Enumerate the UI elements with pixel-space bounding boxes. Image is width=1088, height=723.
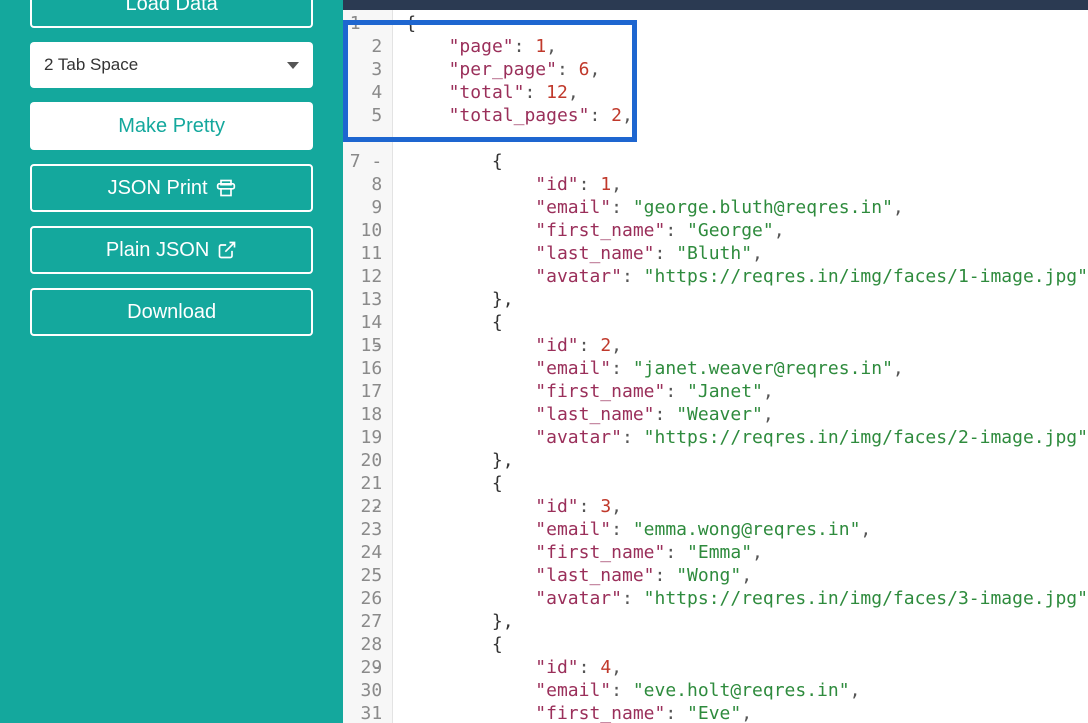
code-line[interactable]: }, xyxy=(405,449,1088,472)
line-number xyxy=(343,127,382,150)
line-number: 20 xyxy=(343,449,382,472)
line-number: 11 xyxy=(343,242,382,265)
line-number: 26 xyxy=(343,587,382,610)
line-number: 25 xyxy=(343,564,382,587)
code-line[interactable]: { xyxy=(405,311,1088,334)
json-print-label: JSON Print xyxy=(108,177,208,200)
code-line[interactable]: "avatar": "https://reqres.in/img/faces/1… xyxy=(405,265,1088,288)
code-line[interactable]: { xyxy=(405,633,1088,656)
code-line[interactable]: }, xyxy=(405,288,1088,311)
make-pretty-label: Make Pretty xyxy=(118,115,225,138)
make-pretty-button[interactable]: Make Pretty xyxy=(30,102,313,150)
line-number: 23 xyxy=(343,518,382,541)
load-data-label: Load Data xyxy=(125,0,217,16)
code-line[interactable]: }, xyxy=(405,610,1088,633)
code-content[interactable]: { "page": 1, "per_page": 6, "total": 12,… xyxy=(393,10,1088,723)
plain-json-button[interactable]: Plain JSON xyxy=(30,226,313,274)
line-number: 18 xyxy=(343,403,382,426)
line-number: 14 - xyxy=(343,311,382,334)
line-number: 16 xyxy=(343,357,382,380)
code-line[interactable]: "per_page": 6, xyxy=(405,58,1088,81)
code-line[interactable]: "last_name": "Bluth", xyxy=(405,242,1088,265)
code-line[interactable] xyxy=(405,127,1088,150)
code-line[interactable]: "email": "george.bluth@reqres.in", xyxy=(405,196,1088,219)
code-line[interactable]: "last_name": "Weaver", xyxy=(405,403,1088,426)
line-number: 3 xyxy=(343,58,382,81)
line-number: 7 - xyxy=(343,150,382,173)
external-link-icon xyxy=(217,240,237,260)
line-number: 12 xyxy=(343,265,382,288)
tab-space-select[interactable]: 2 Tab Space xyxy=(30,42,313,88)
code-line[interactable]: "avatar": "https://reqres.in/img/faces/3… xyxy=(405,587,1088,610)
load-data-button[interactable]: Load Data xyxy=(30,0,313,28)
code-line[interactable]: "id": 2, xyxy=(405,334,1088,357)
code-line[interactable]: "total": 12, xyxy=(405,81,1088,104)
line-number: 13 xyxy=(343,288,382,311)
plain-json-label: Plain JSON xyxy=(106,239,209,262)
code-line[interactable]: "id": 1, xyxy=(405,173,1088,196)
line-number: 9 xyxy=(343,196,382,219)
json-print-button[interactable]: JSON Print xyxy=(30,164,313,212)
code-line[interactable]: "first_name": "Janet", xyxy=(405,380,1088,403)
editor-toolbar xyxy=(343,0,1088,10)
line-gutter: 1 -2345 7 -891011121314 -15161718192021 … xyxy=(343,10,393,723)
download-label: Download xyxy=(127,301,216,324)
line-number: 4 xyxy=(343,81,382,104)
code-line[interactable]: { xyxy=(405,12,1088,35)
line-number: 29 xyxy=(343,656,382,679)
line-number: 21 - xyxy=(343,472,382,495)
line-number: 31 xyxy=(343,702,382,723)
line-number: 2 xyxy=(343,35,382,58)
code-line[interactable]: "email": "emma.wong@reqres.in", xyxy=(405,518,1088,541)
tab-space-selected: 2 Tab Space xyxy=(44,55,138,75)
code-line[interactable]: "id": 3, xyxy=(405,495,1088,518)
line-number: 10 xyxy=(343,219,382,242)
line-number: 27 xyxy=(343,610,382,633)
sidebar: Load Data 2 Tab Space Make Pretty JSON P… xyxy=(0,0,343,723)
printer-icon xyxy=(216,178,236,198)
code-area[interactable]: 1 -2345 7 -891011121314 -15161718192021 … xyxy=(343,10,1088,723)
code-line[interactable]: "email": "janet.weaver@reqres.in", xyxy=(405,357,1088,380)
code-line[interactable]: "last_name": "Wong", xyxy=(405,564,1088,587)
code-editor: 1 -2345 7 -891011121314 -15161718192021 … xyxy=(343,0,1088,723)
line-number: 1 - xyxy=(343,12,382,35)
line-number: 24 xyxy=(343,541,382,564)
line-number: 5 xyxy=(343,104,382,127)
code-line[interactable]: "page": 1, xyxy=(405,35,1088,58)
line-number: 28 - xyxy=(343,633,382,656)
line-number: 22 xyxy=(343,495,382,518)
line-number: 8 xyxy=(343,173,382,196)
code-line[interactable]: "total_pages": 2, xyxy=(405,104,1088,127)
line-number: 17 xyxy=(343,380,382,403)
code-line[interactable]: "first_name": "Emma", xyxy=(405,541,1088,564)
download-button[interactable]: Download xyxy=(30,288,313,336)
code-line[interactable]: "first_name": "Eve", xyxy=(405,702,1088,723)
chevron-down-icon xyxy=(287,62,299,69)
code-line[interactable]: "first_name": "George", xyxy=(405,219,1088,242)
code-line[interactable]: "avatar": "https://reqres.in/img/faces/2… xyxy=(405,426,1088,449)
code-line[interactable]: { xyxy=(405,472,1088,495)
code-line[interactable]: "email": "eve.holt@reqres.in", xyxy=(405,679,1088,702)
line-number: 15 xyxy=(343,334,382,357)
code-line[interactable]: { xyxy=(405,150,1088,173)
line-number: 30 xyxy=(343,679,382,702)
code-line[interactable]: "id": 4, xyxy=(405,656,1088,679)
line-number: 19 xyxy=(343,426,382,449)
